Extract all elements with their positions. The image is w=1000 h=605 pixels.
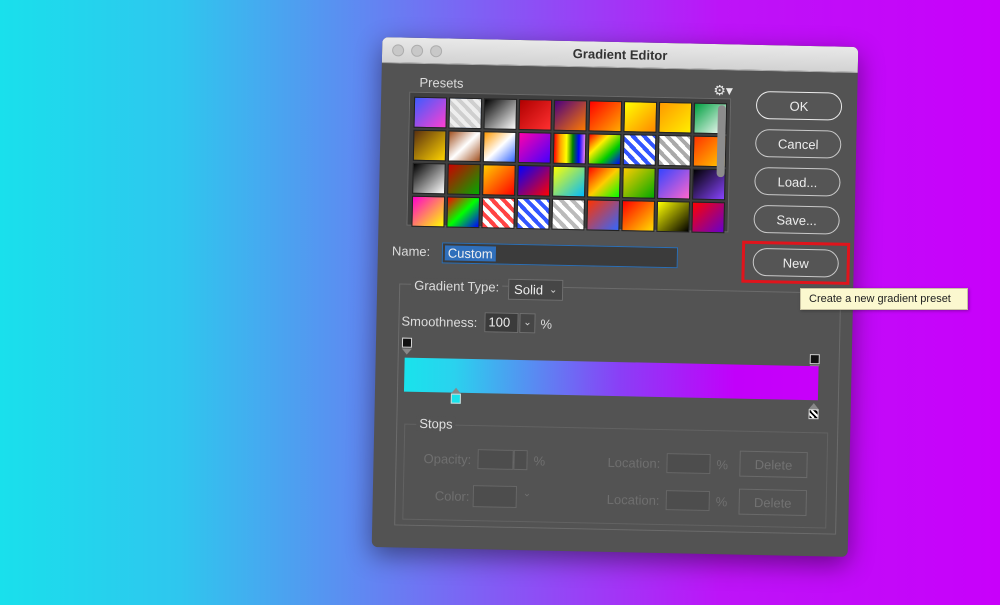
preset-swatch[interactable] — [481, 197, 516, 229]
location-input-opacity — [666, 453, 711, 475]
gradient-type-value: Solid — [513, 281, 544, 298]
presets-label: Presets — [419, 74, 464, 91]
gear-icon[interactable]: ⚙▾ — [713, 82, 733, 99]
preset-swatch[interactable] — [413, 96, 448, 129]
window-title: Gradient Editor — [572, 46, 668, 64]
smoothness-input[interactable]: 100 — [484, 312, 519, 333]
smoothness-dropdown-button[interactable]: ⌄ — [519, 313, 536, 334]
presets-grid — [411, 96, 728, 234]
chevron-down-icon: ⌄ — [548, 284, 558, 296]
preset-swatch[interactable] — [482, 131, 517, 163]
preset-swatch[interactable] — [483, 98, 518, 130]
load-button[interactable]: Load... — [754, 166, 841, 197]
preset-swatch[interactable] — [446, 196, 481, 229]
location-unit-color: % — [715, 494, 728, 510]
preset-swatch[interactable] — [587, 166, 621, 199]
opacity-stop-left-pointer — [401, 348, 412, 355]
location-input-color — [665, 490, 710, 512]
new-button[interactable]: New — [752, 247, 840, 278]
preset-swatch[interactable] — [517, 131, 552, 164]
preset-swatch[interactable] — [623, 101, 658, 133]
ok-button[interactable]: OK — [755, 90, 843, 121]
color-label: Color: — [434, 488, 470, 504]
presets-panel — [406, 91, 732, 234]
preset-swatch[interactable] — [482, 164, 516, 196]
preset-swatch[interactable] — [586, 199, 621, 232]
preset-swatch[interactable] — [412, 162, 446, 195]
color-stop-right[interactable] — [808, 409, 819, 420]
preset-swatch[interactable] — [411, 195, 446, 228]
opacity-dropdown-button — [513, 449, 528, 471]
preset-swatch[interactable] — [657, 167, 691, 200]
preset-swatch[interactable] — [447, 130, 482, 163]
opacity-unit: % — [533, 453, 546, 469]
opacity-stop-right[interactable] — [809, 354, 820, 365]
preset-swatch[interactable] — [588, 100, 623, 133]
preset-swatch[interactable] — [657, 134, 692, 167]
color-stop-left[interactable] — [450, 393, 461, 404]
location-label-color: Location: — [606, 491, 660, 508]
title-bar: Gradient Editor — [381, 37, 859, 74]
preset-swatch[interactable] — [448, 97, 483, 130]
preset-swatch[interactable] — [658, 101, 693, 134]
preset-swatch[interactable] — [551, 198, 586, 231]
opacity-input — [477, 449, 514, 470]
location-label-opacity: Location: — [607, 454, 661, 471]
preset-swatch[interactable] — [517, 164, 551, 197]
preset-swatch[interactable] — [447, 163, 481, 196]
delete-color-stop-button: Delete — [738, 488, 807, 517]
stops-label: Stops — [416, 415, 456, 432]
preset-swatch[interactable] — [518, 98, 553, 131]
name-input-value: Custom — [444, 245, 496, 262]
preset-swatch[interactable] — [552, 132, 587, 165]
opacity-stop-left[interactable] — [401, 337, 413, 348]
location-unit-opacity: % — [716, 457, 729, 473]
gradient-editor-dialog: Gradient Editor Presets ⚙▾ OK Cancel Loa… — [371, 37, 859, 557]
preset-swatch[interactable] — [622, 167, 656, 199]
preset-swatch[interactable] — [621, 200, 656, 232]
opacity-label: Opacity: — [423, 451, 472, 468]
delete-opacity-stop-button: Delete — [739, 450, 808, 479]
cancel-button[interactable]: Cancel — [754, 128, 842, 159]
preset-swatch[interactable] — [656, 200, 691, 233]
presets-scrollbar[interactable] — [716, 105, 727, 178]
save-button[interactable]: Save... — [753, 204, 840, 235]
name-label: Name: — [391, 243, 431, 260]
preset-swatch[interactable] — [622, 134, 657, 166]
gradient-type-dropdown[interactable]: Solid ⌄ — [507, 278, 564, 301]
preset-swatch[interactable] — [587, 133, 622, 166]
color-dropdown-icon: ⌄ — [522, 488, 532, 500]
preset-swatch[interactable] — [691, 201, 726, 234]
smoothness-label: Smoothness: — [401, 313, 478, 331]
name-input[interactable]: Custom — [441, 242, 679, 269]
gradient-type-label: Gradient Type: — [411, 277, 503, 295]
color-swatch — [472, 485, 518, 508]
smoothness-unit: % — [540, 316, 553, 332]
new-button-tooltip: Create a new gradient preset — [800, 288, 968, 310]
preset-swatch[interactable] — [553, 99, 588, 132]
preset-swatch[interactable] — [552, 165, 586, 198]
preset-swatch[interactable] — [516, 197, 551, 230]
preset-swatch[interactable] — [412, 129, 447, 162]
